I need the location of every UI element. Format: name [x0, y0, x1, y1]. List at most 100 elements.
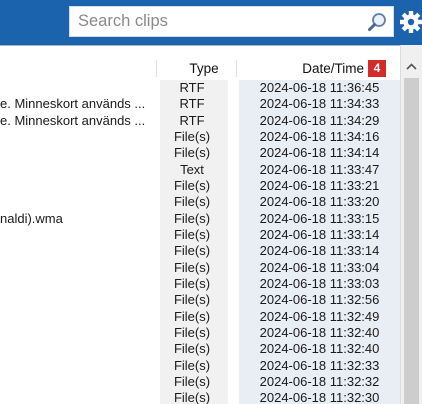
- table-body: RTF 2024-06-18 11:36:45 e. Minneskort an…: [0, 80, 400, 404]
- scroll-up-button[interactable]: [401, 56, 422, 78]
- cell-type: File(s): [173, 390, 211, 404]
- column-header-type[interactable]: Type: [160, 57, 248, 80]
- cell-name: naldi).wma: [0, 210, 63, 226]
- cell-type: File(s): [173, 308, 211, 324]
- table-row[interactable]: File(s) 2024-06-18 11:32:56: [0, 292, 400, 309]
- cell-type: File(s): [173, 194, 211, 210]
- table-row[interactable]: File(s) 2024-06-18 11:32:30: [0, 390, 400, 404]
- column-header-name[interactable]: [0, 57, 155, 80]
- table-row[interactable]: File(s) 2024-06-18 11:33:20: [0, 194, 400, 211]
- table-row[interactable]: File(s) 2024-06-18 11:32:33: [0, 357, 400, 374]
- column-divider[interactable]: [156, 60, 157, 77]
- cell-date: 2024-06-18 11:34:33: [239, 96, 400, 113]
- cell-type: File(s): [173, 259, 211, 275]
- cell-type: File(s): [173, 324, 211, 340]
- table-row[interactable]: File(s) 2024-06-18 11:33:21: [0, 177, 400, 195]
- cell-date: 2024-06-18 11:32:40: [239, 341, 400, 358]
- table-header: Type Date/Time 4: [0, 57, 400, 80]
- cell-date: 2024-06-18 11:34:29: [239, 112, 400, 129]
- cell-type: File(s): [173, 292, 211, 308]
- gear-icon: [400, 11, 422, 33]
- cell-name: [0, 260, 155, 276]
- cell-name: [0, 243, 155, 259]
- cell-date: 2024-06-18 11:34:14: [239, 145, 400, 162]
- table-row[interactable]: File(s) 2024-06-18 11:33:04: [0, 259, 400, 276]
- cell-name: [0, 358, 155, 374]
- table-row[interactable]: File(s) 2024-06-18 11:33:03: [0, 275, 400, 293]
- cell-type: Text: [180, 161, 204, 177]
- cell-date: 2024-06-18 11:33:14: [239, 243, 400, 260]
- cell-name: [0, 145, 155, 161]
- callout-badge: 4: [368, 60, 386, 77]
- table-row[interactable]: RTF 2024-06-18 11:36:45: [0, 80, 400, 97]
- cell-type: RTF: [179, 112, 205, 128]
- search-icon: [368, 13, 386, 32]
- settings-button[interactable]: [399, 10, 422, 34]
- cell-name: e. Minneskort används ...: [0, 96, 146, 112]
- cell-date: 2024-06-18 11:32:32: [239, 373, 400, 391]
- cell-name: [0, 162, 155, 178]
- cell-date: 2024-06-18 11:33:04: [239, 259, 400, 276]
- cell-date: 2024-06-18 11:33:14: [239, 226, 400, 244]
- cell-type: File(s): [173, 177, 211, 193]
- table-row[interactable]: File(s) 2024-06-18 11:32:40: [0, 324, 400, 342]
- cell-name: [0, 390, 155, 404]
- cell-type: File(s): [173, 243, 211, 259]
- table-row[interactable]: File(s) 2024-06-18 11:33:14: [0, 226, 400, 244]
- cell-date: 2024-06-18 11:33:20: [239, 194, 400, 211]
- cell-type: File(s): [173, 128, 211, 144]
- table-row[interactable]: File(s) 2024-06-18 11:32:32: [0, 373, 400, 391]
- cell-type: File(s): [173, 226, 211, 242]
- table-row[interactable]: File(s) 2024-06-18 11:34:16: [0, 128, 400, 146]
- cell-type: File(s): [173, 210, 211, 226]
- cell-type: RTF: [179, 96, 205, 112]
- cell-type: File(s): [173, 357, 211, 373]
- cell-date: 2024-06-18 11:32:33: [239, 357, 400, 374]
- cell-name: [0, 129, 155, 145]
- cell-type: File(s): [173, 373, 211, 389]
- clips-table: Type Date/Time 4 RTF 2024-06-18 11:36:45…: [0, 45, 400, 404]
- cell-date: 2024-06-18 11:33:47: [239, 161, 400, 178]
- cell-name: [0, 80, 155, 96]
- cell-name: [0, 341, 155, 357]
- scroll-thumb[interactable]: [404, 78, 419, 404]
- cell-type: RTF: [179, 80, 205, 95]
- table-row[interactable]: e. Minneskort används ... RTF 2024-06-18…: [0, 112, 400, 129]
- cell-type: File(s): [173, 145, 211, 161]
- cell-date: 2024-06-18 11:32:56: [239, 292, 400, 309]
- cell-name: e. Minneskort används ...: [0, 112, 146, 128]
- cell-date: 2024-06-18 11:34:16: [239, 128, 400, 146]
- cell-type: File(s): [173, 275, 211, 291]
- cell-date: 2024-06-18 11:32:30: [239, 390, 400, 404]
- cell-date: 2024-06-18 11:36:45: [239, 80, 400, 97]
- cell-date: 2024-06-18 11:32:49: [239, 308, 400, 325]
- cell-date: 2024-06-18 11:33:21: [239, 177, 400, 195]
- vertical-scrollbar[interactable]: [400, 45, 422, 404]
- cell-name: [0, 194, 155, 210]
- cell-name: [0, 309, 155, 325]
- cell-name: [0, 292, 155, 308]
- table-row[interactable]: File(s) 2024-06-18 11:34:14: [0, 145, 400, 162]
- table-row[interactable]: e. Minneskort används ... RTF 2024-06-18…: [0, 96, 400, 113]
- cell-type: File(s): [173, 341, 211, 357]
- chevron-up-icon: [406, 63, 417, 70]
- search-button[interactable]: [362, 8, 392, 35]
- table-row[interactable]: naldi).wma File(s) 2024-06-18 11:33:15: [0, 210, 400, 227]
- cell-name: [0, 325, 155, 341]
- column-header-date[interactable]: Date/Time: [238, 57, 364, 80]
- cell-date: 2024-06-18 11:32:40: [239, 324, 400, 342]
- table-row[interactable]: File(s) 2024-06-18 11:32:49: [0, 308, 400, 325]
- table-row[interactable]: Text 2024-06-18 11:33:47: [0, 161, 400, 178]
- cell-name: [0, 374, 155, 390]
- cell-name: [0, 276, 155, 292]
- search-input[interactable]: [70, 7, 358, 36]
- cell-date: 2024-06-18 11:33:03: [239, 275, 400, 293]
- cell-name: [0, 227, 155, 243]
- search-box[interactable]: [69, 6, 394, 37]
- cell-name: [0, 178, 155, 194]
- cell-date: 2024-06-18 11:33:15: [239, 210, 400, 227]
- table-row[interactable]: File(s) 2024-06-18 11:33:14: [0, 243, 400, 260]
- table-row[interactable]: File(s) 2024-06-18 11:32:40: [0, 341, 400, 358]
- column-divider[interactable]: [236, 60, 237, 77]
- clip-history-window: Type Date/Time 4 RTF 2024-06-18 11:36:45…: [0, 0, 422, 404]
